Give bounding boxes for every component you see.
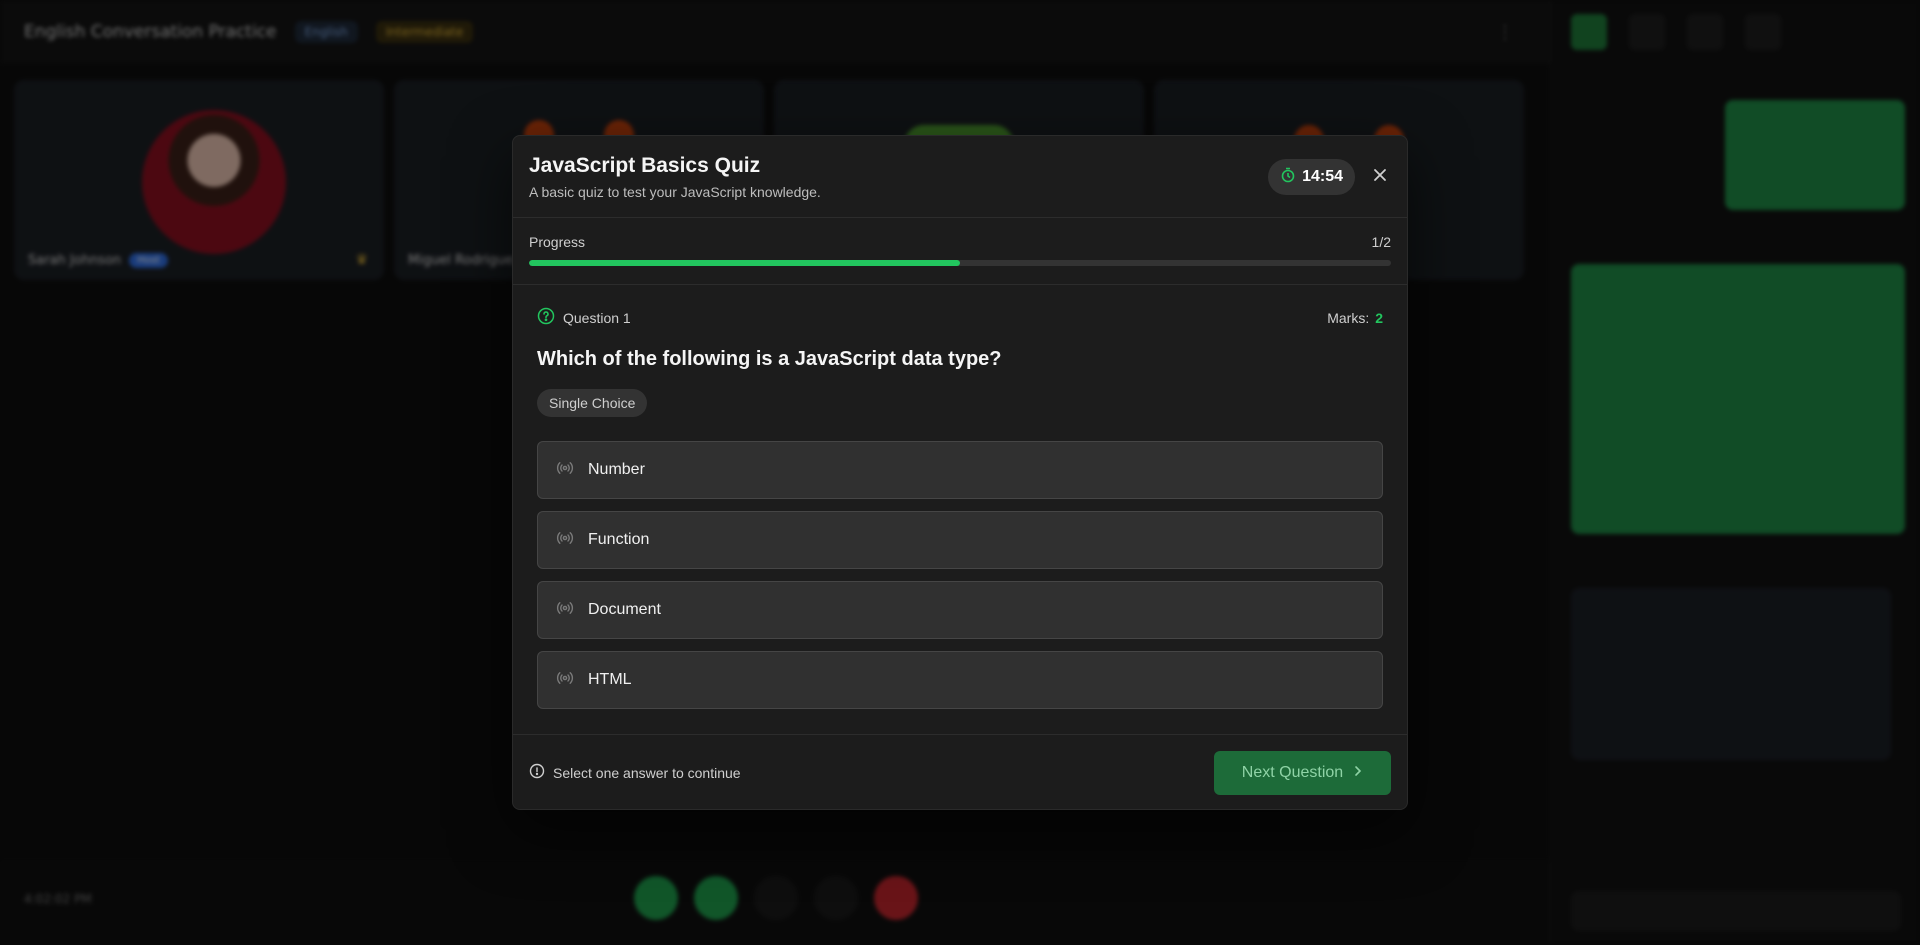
progress-track [529,260,1391,266]
radio-icon [556,599,574,622]
marks-label: Marks: [1327,309,1370,326]
close-icon [1373,168,1387,187]
quiz-subtitle: A basic quiz to test your JavaScript kno… [529,184,821,200]
next-question-label: Next Question [1241,763,1344,781]
question-number: Question 1 [563,309,631,326]
progress-fill [529,260,960,266]
question-type-badge: Single Choice [537,389,648,417]
close-button[interactable] [1369,166,1391,188]
option-label: Number [588,461,645,478]
marks: Marks: 2 [1327,310,1383,326]
progress-label: Progress [529,234,586,250]
radio-icon [556,669,574,692]
question-icon [537,307,555,328]
answer-option[interactable]: HTML [537,651,1383,709]
radio-icon [556,529,574,552]
progress-count: 1/2 [1371,234,1391,250]
hint-text: Select one answer to continue [553,764,741,781]
option-label: Document [588,601,661,618]
marks-value: 2 [1375,309,1383,326]
stopwatch-icon [1280,167,1296,188]
hint: Select one answer to continue [529,763,741,782]
quiz-title: JavaScript Basics Quiz [529,154,761,177]
progress-section: Progress 1/2 [513,218,1407,285]
question-body: Question 1 Marks: 2 Which of the followin… [513,285,1407,735]
modal-header: JavaScript Basics Quiz A basic quiz to t… [513,136,1407,218]
chevron-right-icon [1353,764,1363,782]
option-label: HTML [588,671,632,688]
option-label: Function [588,531,650,548]
answer-option[interactable]: Document [537,581,1383,639]
timer-value: 14:54 [1302,168,1343,185]
answer-option[interactable]: Number [537,441,1383,499]
timer-badge: 14:54 [1268,159,1355,195]
quiz-modal: JavaScript Basics Quiz A basic quiz to t… [512,135,1408,810]
answer-option[interactable]: Function [537,511,1383,569]
answer-options: Number Function Document HTML [537,441,1383,709]
question-text: Which of the following is a JavaScript d… [537,348,1002,370]
radio-icon [556,459,574,482]
info-icon [529,763,545,782]
modal-footer: Select one answer to continue Next Quest… [513,735,1407,810]
next-question-button[interactable]: Next Question [1214,750,1391,795]
